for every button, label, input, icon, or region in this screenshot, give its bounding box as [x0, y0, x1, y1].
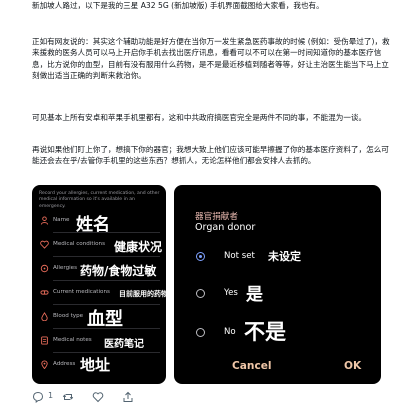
row-label-zh: 药物/食物过敏: [80, 264, 157, 278]
option-label-en: Not set: [224, 251, 255, 261]
post-paragraph-2: 正如有网友说的：其实这个辅助功能是好方便在当你万一发生紧急医药事故的时候 (例如…: [32, 37, 390, 81]
row-label-en: Name: [53, 217, 70, 223]
medical-row-conditions[interactable]: Medical conditions 健康状况: [32, 233, 166, 257]
row-label-en: Blood type: [53, 313, 84, 319]
like-action[interactable]: [92, 391, 104, 403]
repost-action[interactable]: [62, 391, 74, 403]
reply-action[interactable]: 1: [32, 391, 53, 403]
row-label-en: Allergies: [53, 265, 78, 271]
ok-button[interactable]: OK: [344, 360, 361, 372]
medical-row-allergies[interactable]: Allergies 药物/食物过敏: [32, 257, 166, 281]
option-label-en: Yes: [224, 288, 238, 298]
option-not-set[interactable]: Not set 未设定: [192, 247, 372, 269]
post-paragraph-1: 新加坡人路过，以下是我的三星 A32 5G (新加坡版) 手机界面截图给大家看，…: [32, 1, 324, 10]
row-label-en: Medical notes: [53, 337, 92, 343]
radio-unselected[interactable]: [196, 328, 205, 337]
row-label-zh: 目前服用的药物: [119, 290, 166, 298]
row-label-zh: 健康状况: [114, 240, 163, 254]
comment-icon: [32, 391, 44, 403]
post-action-bar: 1: [32, 390, 392, 404]
option-yes[interactable]: Yes 是: [192, 284, 372, 306]
organ-donor-dialog[interactable]: 器官捐献者 Organ donor Not set 未设定 Yes 是 No 不…: [174, 185, 381, 384]
like-icon: [92, 391, 104, 403]
radio-selected[interactable]: [196, 252, 205, 261]
reply-count: 1: [48, 391, 54, 400]
row-label-en: Current medications: [53, 289, 110, 295]
location-icon: [40, 360, 49, 369]
dialog-title: Organ donor: [195, 222, 256, 233]
row-label-en: Address: [53, 361, 76, 367]
post-paragraph-4: 再说如果他们盯上你了，想搞下你的器官；我想大致上他们应该可能早擦握了你的基本医疗…: [32, 145, 389, 166]
row-label-zh: 地址: [80, 356, 111, 374]
option-label-zh: 未设定: [268, 250, 301, 263]
row-label-en: Medical conditions: [53, 241, 105, 247]
option-label-zh: 是: [246, 285, 263, 305]
share-icon: [122, 391, 134, 403]
medical-info-intro: Record your allergies, current medicatio…: [39, 191, 160, 209]
medical-row-notes[interactable]: Medical notes 医药笔记: [32, 329, 166, 353]
person-icon: [40, 216, 49, 225]
radio-unselected[interactable]: [196, 289, 205, 298]
medical-row-name[interactable]: Name 姓名: [32, 209, 166, 235]
repost-icon: [62, 391, 74, 403]
option-no[interactable]: No 不是: [192, 320, 372, 345]
medical-row-medications[interactable]: Current medications 目前服用的药物: [32, 281, 166, 305]
medical-info-screenshot[interactable]: Record your allergies, current medicatio…: [32, 185, 166, 384]
post-paragraph-3: 可见基本上所有安卓和苹果手机里都有，这和中共政府搞医官完全是两件不同的事，不能混…: [32, 113, 367, 122]
medical-row-address[interactable]: Address 地址: [32, 353, 166, 377]
row-label-zh: 医药笔记: [104, 339, 144, 350]
cancel-button[interactable]: Cancel: [232, 360, 272, 372]
option-label-en: No: [224, 327, 236, 337]
dialog-title-zh: 器官捐献者: [195, 212, 238, 222]
share-action[interactable]: [122, 391, 134, 403]
allergy-icon: [40, 264, 49, 273]
blood-drop-icon: [40, 312, 49, 321]
medical-row-blood-type[interactable]: Blood type 血型: [32, 305, 166, 330]
option-label-zh: 不是: [244, 320, 286, 344]
notes-icon: [40, 336, 49, 345]
heart-pulse-icon: [40, 240, 49, 249]
pill-icon: [40, 288, 49, 297]
